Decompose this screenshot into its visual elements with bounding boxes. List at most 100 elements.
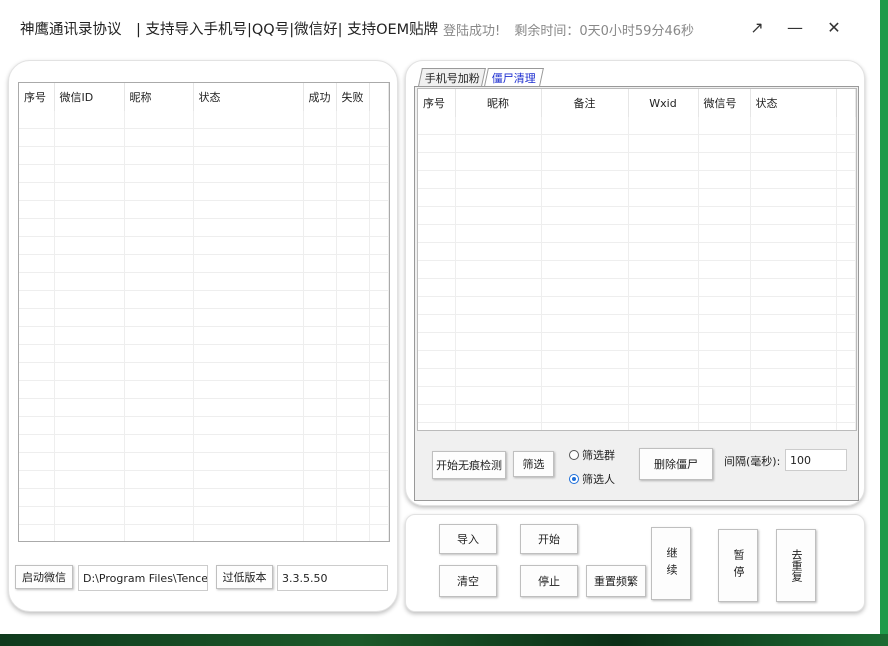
table-cell (369, 380, 389, 399)
table-row[interactable] (19, 128, 389, 147)
table-row[interactable] (19, 488, 389, 507)
interval-input[interactable]: 100 (785, 449, 847, 471)
stop-button[interactable]: 停止 (520, 565, 578, 597)
start-button[interactable]: 开始 (520, 524, 578, 554)
table-row[interactable] (19, 308, 389, 327)
table-cell (750, 404, 837, 423)
table-row[interactable] (418, 422, 856, 430)
table-row[interactable] (19, 254, 389, 273)
table-cell (369, 452, 389, 471)
table-row[interactable] (19, 182, 389, 201)
col-header-status[interactable]: 状态 (193, 83, 304, 111)
table-cell (19, 164, 55, 183)
col-header-success[interactable]: 成功 (303, 83, 337, 111)
launch-wechat-button[interactable]: 启动微信 (15, 565, 73, 589)
table-row[interactable] (19, 164, 389, 183)
col-header-nickname[interactable]: 昵称 (124, 83, 194, 111)
table-row[interactable] (19, 236, 389, 255)
tab-add-by-phone[interactable]: 手机号加粉 (418, 68, 486, 86)
table-row[interactable] (19, 524, 389, 541)
table-cell (836, 332, 856, 351)
col-header-wechat-number[interactable]: 微信号 (698, 89, 751, 117)
table-row[interactable] (19, 290, 389, 309)
table-row[interactable] (19, 218, 389, 237)
table-row[interactable] (418, 134, 856, 153)
table-row[interactable] (418, 404, 856, 423)
table-row[interactable] (19, 326, 389, 345)
col-header-status[interactable]: 状态 (750, 89, 837, 117)
col-header-index[interactable]: 序号 (19, 83, 55, 111)
table-row[interactable] (19, 380, 389, 399)
col-header-remark[interactable]: 备注 (541, 89, 629, 117)
col-header-wxid[interactable]: 微信ID (54, 83, 125, 111)
table-row[interactable] (19, 362, 389, 381)
lower-version-button[interactable]: 过低版本 (216, 565, 273, 589)
table-cell (455, 368, 542, 387)
app-title: 神鹰通讯录协议 | 支持导入手机号|QQ号|微信好| 支持OEM贴牌 (20, 22, 439, 38)
table-row[interactable] (19, 200, 389, 219)
dedupe-button[interactable]: 去重复 (776, 529, 816, 602)
radio-on-icon (569, 474, 579, 484)
table-row[interactable] (19, 452, 389, 471)
wechat-path-field[interactable]: D:\Program Files\Tencent (78, 565, 208, 591)
filter-button[interactable]: 筛选 (513, 451, 554, 477)
table-row[interactable] (19, 344, 389, 363)
table-row[interactable] (418, 224, 856, 243)
table-row[interactable] (418, 278, 856, 297)
reset-frequent-button[interactable]: 重置频繁 (586, 565, 646, 597)
table-cell (369, 146, 389, 165)
table-row[interactable] (19, 398, 389, 417)
filter-person-radio[interactable]: 筛选人 (569, 471, 615, 487)
continue-button[interactable]: 继续 (651, 527, 691, 600)
table-row[interactable] (418, 350, 856, 369)
table-cell (750, 350, 837, 369)
table-row[interactable] (418, 188, 856, 207)
zombie-table[interactable]: 序号 昵称 备注 Wxid 微信号 状态 (417, 88, 857, 431)
import-button[interactable]: 导入 (439, 524, 497, 554)
table-row[interactable] (418, 170, 856, 189)
start-detect-button[interactable]: 开始无痕检测 (432, 451, 506, 479)
account-table[interactable]: 序号 微信ID 昵称 状态 成功 失败 (18, 82, 390, 542)
table-cell (54, 164, 125, 183)
tab-zombie-clean[interactable]: 僵尸清理 (484, 68, 544, 86)
table-cell (124, 218, 194, 237)
col-header-wxid[interactable]: Wxid (628, 89, 699, 117)
table-cell (628, 242, 699, 261)
table-cell (336, 254, 370, 273)
table-cell (698, 422, 751, 430)
col-header-fail[interactable]: 失败 (336, 83, 370, 111)
table-row[interactable] (19, 111, 389, 129)
table-cell (303, 452, 337, 471)
table-row[interactable] (19, 470, 389, 489)
pause-button[interactable]: 暂停 (718, 529, 758, 602)
col-header-index[interactable]: 序号 (418, 89, 456, 117)
table-row[interactable] (19, 416, 389, 435)
table-cell (54, 308, 125, 327)
table-row[interactable] (418, 152, 856, 171)
clear-button[interactable]: 清空 (439, 565, 497, 597)
table-row[interactable] (418, 332, 856, 351)
minimize-icon[interactable]: — (783, 18, 807, 37)
filter-group-radio[interactable]: 筛选群 (569, 447, 615, 463)
table-cell (124, 488, 194, 507)
table-cell (836, 170, 856, 189)
table-row[interactable] (418, 260, 856, 279)
table-row[interactable] (19, 434, 389, 453)
table-row[interactable] (418, 368, 856, 387)
table-row[interactable] (19, 506, 389, 525)
close-icon[interactable]: ✕ (822, 18, 846, 37)
table-row[interactable] (418, 386, 856, 405)
table-row[interactable] (418, 296, 856, 315)
delete-zombie-button[interactable]: 删除僵尸 (639, 448, 713, 480)
table-row[interactable] (418, 314, 856, 333)
table-cell (193, 398, 304, 417)
version-field[interactable]: 3.3.5.50 (277, 565, 388, 591)
restore-icon[interactable]: ↗ (745, 18, 769, 37)
table-row[interactable] (19, 146, 389, 165)
table-cell (193, 488, 304, 507)
col-header-nickname[interactable]: 昵称 (455, 89, 542, 117)
table-row[interactable] (418, 117, 856, 135)
table-row[interactable] (418, 242, 856, 261)
table-row[interactable] (19, 272, 389, 291)
table-row[interactable] (418, 206, 856, 225)
